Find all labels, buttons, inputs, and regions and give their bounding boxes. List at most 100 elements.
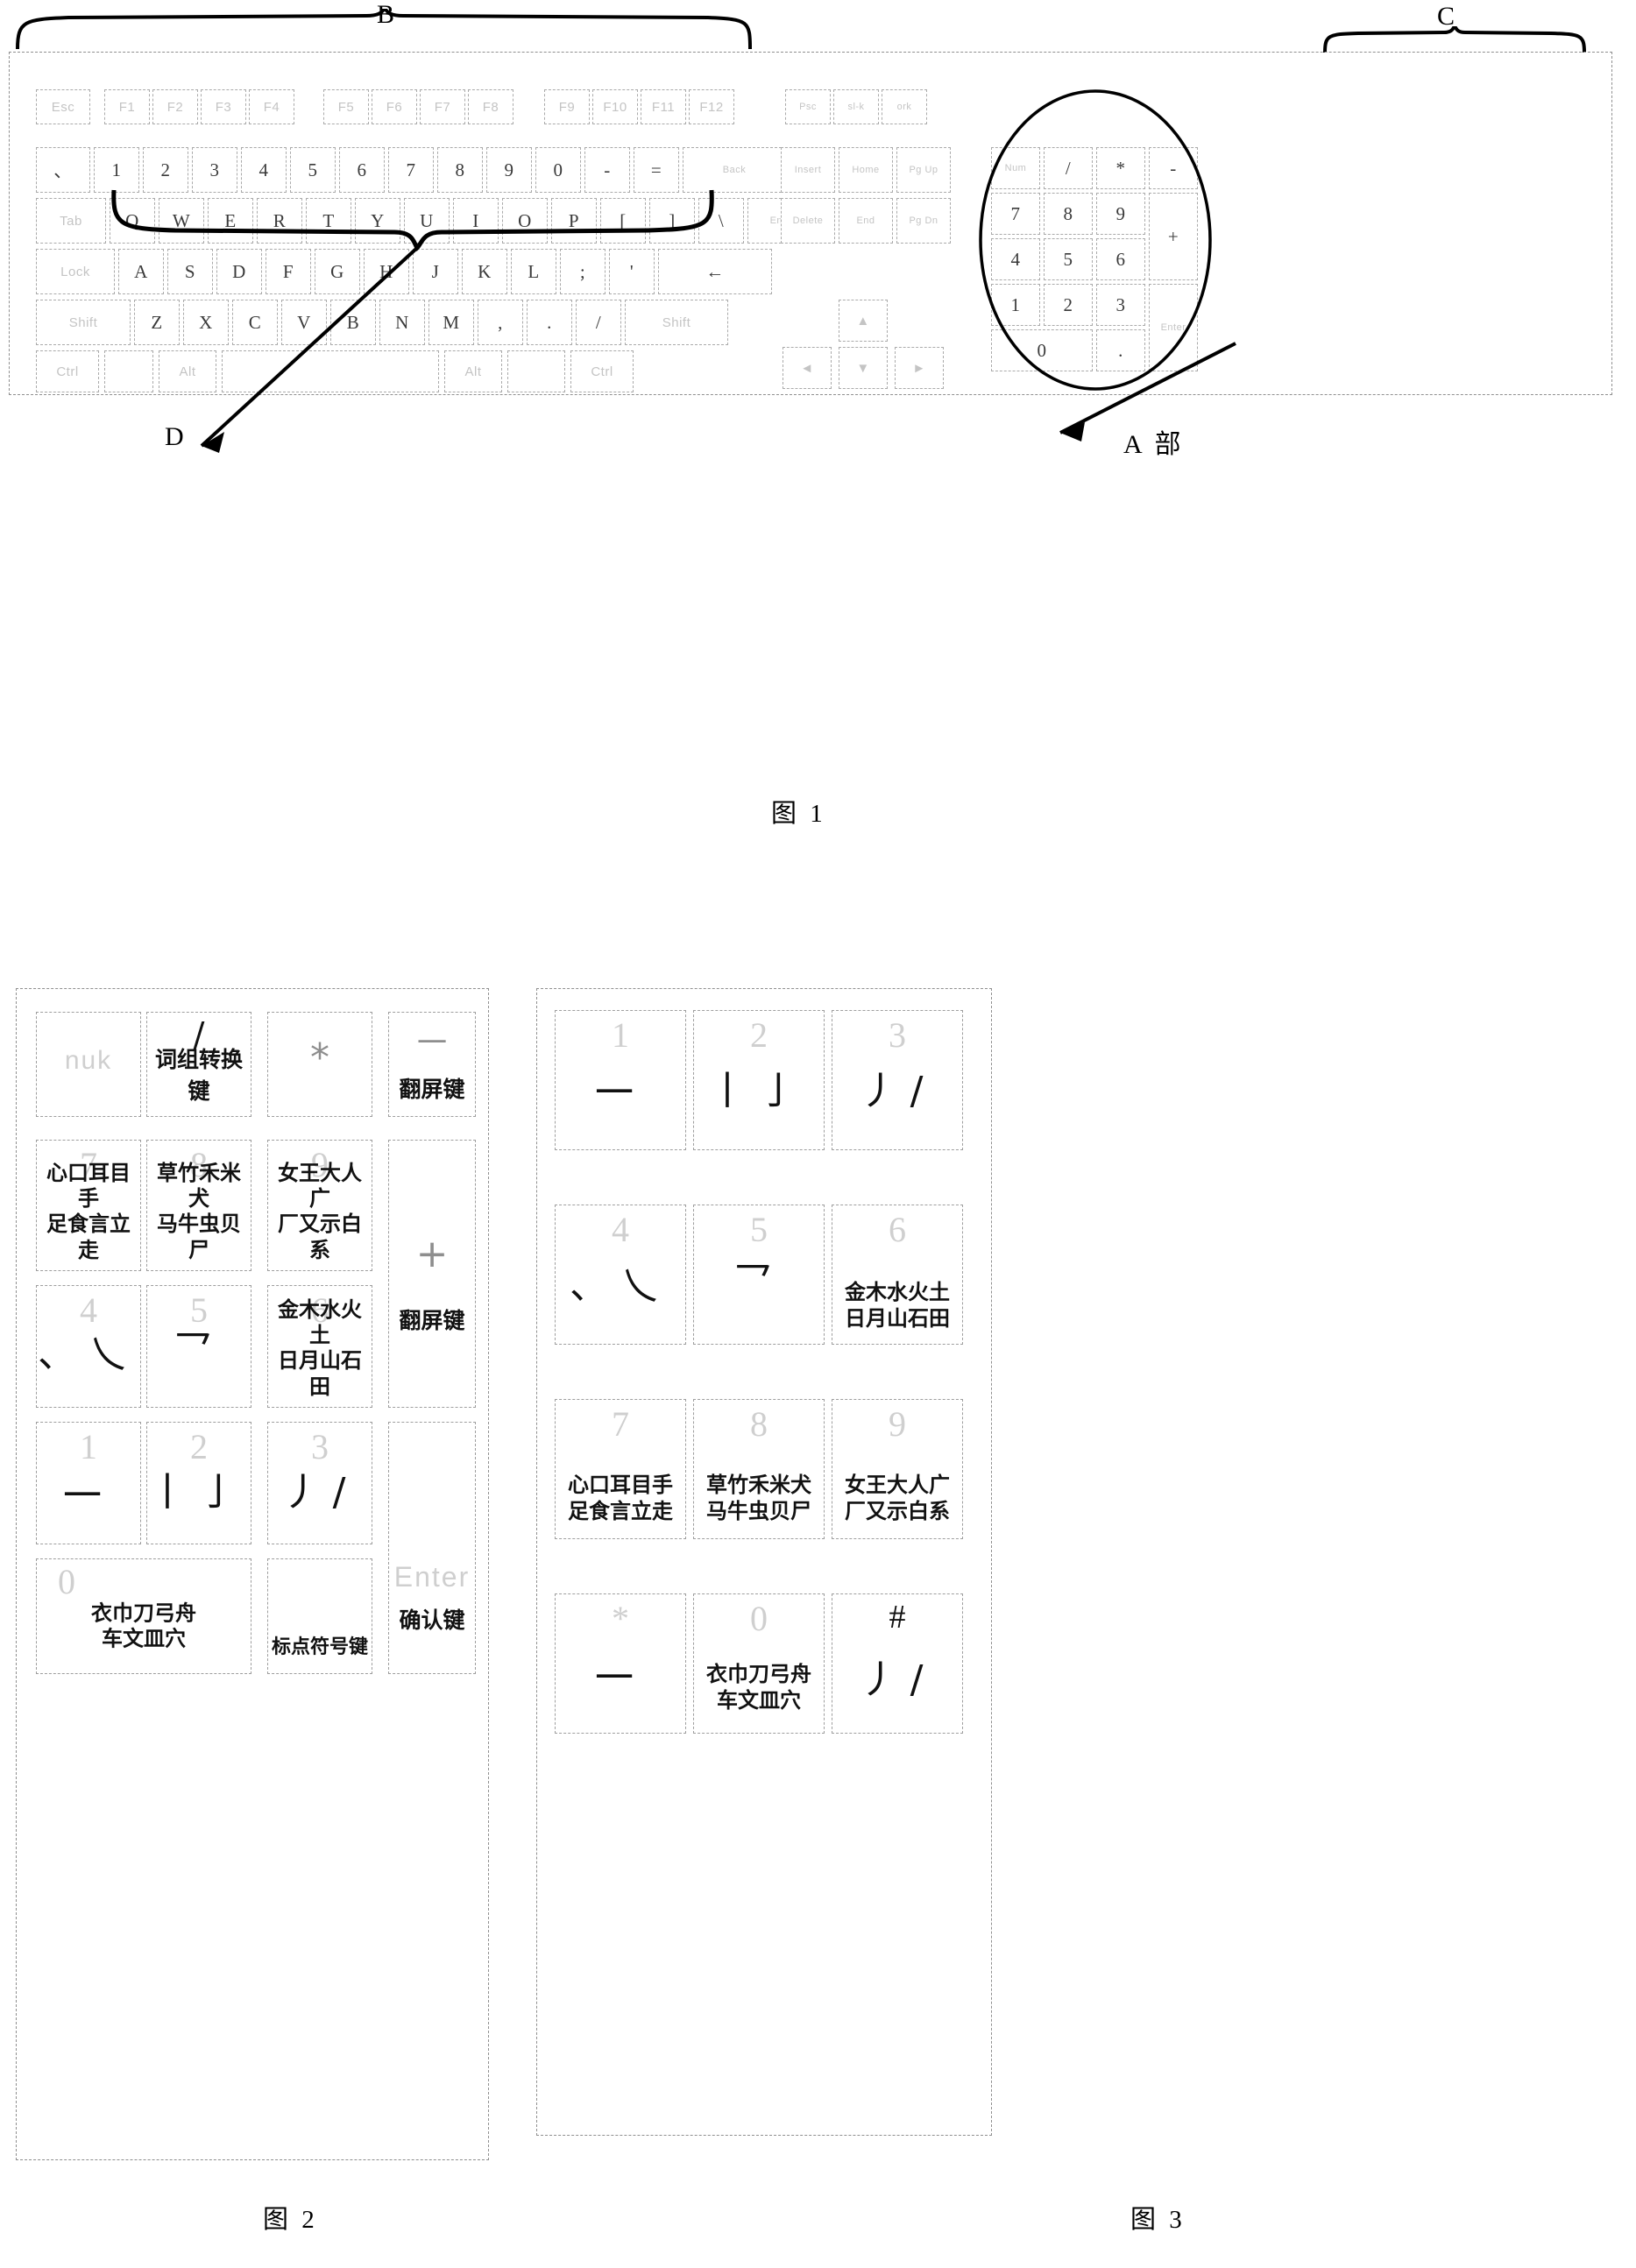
fig2-key-9-radicals: 女王大人广 厂又示白系 (278, 1160, 362, 1262)
key-arrow-up[interactable]: ▲ (839, 300, 888, 342)
fig2-key-2[interactable]: 2 丨亅 (146, 1422, 251, 1544)
fig3-key-2[interactable]: 2 丨亅 (693, 1010, 825, 1150)
fig2-key-4[interactable]: 4 、乀 (36, 1285, 141, 1408)
key-pause-break[interactable]: ork (882, 89, 927, 124)
fig3-key-hash[interactable]: # 丿/ (832, 1593, 963, 1734)
brace-c-label: C (1437, 2, 1455, 31)
fig3-key-5-strokes: 乛 (733, 1260, 784, 1304)
fig3-key-6[interactable]: 6 金木水火土 日月山石田 (832, 1205, 963, 1345)
fig2-star-stroke: * (310, 1035, 329, 1080)
fig3-key-star-symbol: * (612, 1599, 629, 1638)
brace-b-label: B (377, 0, 395, 29)
fig2-punctuation-label: 标点符号键 (271, 1636, 368, 1658)
fig2-key-0[interactable]: 0 衣巾刀弓舟 车文皿穴 (36, 1558, 251, 1674)
fig3-key-hash-strokes: 丿/ (859, 1657, 936, 1702)
key-scroll-lock[interactable]: sl-k (833, 89, 879, 124)
key-f4[interactable]: F4 (249, 89, 294, 124)
fig3-key-0-radicals: 衣巾刀弓舟 车文皿穴 (706, 1662, 811, 1713)
fig2-key-1-digit: 1 (80, 1427, 97, 1466)
fig3-key-9-digit: 9 (889, 1404, 906, 1444)
key-delete[interactable]: Delete (781, 198, 835, 244)
figure-2-caption: 图 2 (263, 2206, 318, 2234)
key-f6[interactable]: F6 (372, 89, 417, 124)
fig3-key-3[interactable]: 3 丿/ (832, 1010, 963, 1150)
fig3-key-hash-symbol: # (889, 1599, 906, 1636)
fig2-key-minus-page[interactable]: 一 翻屏键 (388, 1012, 476, 1117)
fig2-key-8-radicals: 草竹禾米犬 马牛虫贝尸 (157, 1160, 241, 1262)
fig2-key-3-digit: 3 (311, 1427, 329, 1466)
key-f2[interactable]: F2 (152, 89, 198, 124)
key-page-down[interactable]: Pg Dn (896, 198, 951, 244)
key-page-up[interactable]: Pg Up (896, 147, 951, 193)
fig3-key-1-strokes: 一 (595, 1070, 646, 1115)
fig2-key-enter[interactable]: Enter 确认键 (388, 1422, 476, 1674)
key-f8[interactable]: F8 (468, 89, 513, 124)
fig2-key-8[interactable]: 8 草竹禾米犬 马牛虫贝尸 (146, 1140, 251, 1271)
fig2-key-5[interactable]: 5 乛 (146, 1285, 251, 1408)
fig3-key-1[interactable]: 1 一 (555, 1010, 686, 1150)
fig3-key-3-digit: 3 (889, 1015, 906, 1055)
key-f7[interactable]: F7 (420, 89, 465, 124)
key-f1[interactable]: F1 (104, 89, 150, 124)
figure-2-panel: nuk / 词组转换键 * 一 翻屏键 7 心口耳目手 足食言立走 8 草竹禾米犬… (16, 988, 489, 2160)
key-home[interactable]: Home (839, 147, 893, 193)
fig3-key-star[interactable]: * 一 (555, 1593, 686, 1734)
fig3-key-star-strokes: 一 (595, 1656, 646, 1700)
fig2-key-6[interactable]: 6 金木水火土 日月山石田 (267, 1285, 372, 1408)
key-insert[interactable]: Insert (781, 147, 835, 193)
fig3-key-8[interactable]: 8 草竹禾米犬 马牛虫贝尸 (693, 1399, 825, 1539)
fig3-key-8-radicals: 草竹禾米犬 马牛虫贝尸 (706, 1473, 811, 1523)
fig3-key-0-digit: 0 (750, 1599, 768, 1638)
fig2-key-punctuation[interactable]: 标点符号键 (267, 1558, 372, 1674)
fig3-key-0[interactable]: 0 衣巾刀弓舟 车文皿穴 (693, 1593, 825, 1734)
key-arrow-down[interactable]: ▼ (839, 347, 888, 389)
key-f9[interactable]: F9 (544, 89, 590, 124)
fig2-key-2-digit: 2 (190, 1427, 208, 1466)
fig3-key-1-digit: 1 (612, 1015, 629, 1055)
fig2-key-3[interactable]: 3 丿/ (267, 1422, 372, 1544)
fig3-key-5-digit: 5 (750, 1210, 768, 1249)
fig2-key-9[interactable]: 9 女王大人广 厂又示白系 (267, 1140, 372, 1271)
key-ctrl-left[interactable]: Ctrl (36, 350, 99, 392)
fig2-key-0-radicals: 衣巾刀弓舟 车文皿穴 (91, 1600, 196, 1651)
fig2-key-phrase-convert[interactable]: / 词组转换键 (146, 1012, 251, 1117)
fig2-key-star[interactable]: * (267, 1012, 372, 1117)
fig3-key-2-strokes: 丨亅 (708, 1069, 810, 1113)
fig3-key-7-digit: 7 (612, 1404, 629, 1444)
key-esc[interactable]: Esc (36, 89, 90, 124)
key-f10[interactable]: F10 (592, 89, 638, 124)
fig3-key-6-radicals: 金木水火土 日月山石田 (845, 1280, 950, 1331)
fig2-key-5-strokes: 乛 (174, 1328, 224, 1373)
fig2-key-4-strokes: 、乀 (38, 1332, 139, 1376)
fig2-key-7-radicals: 心口耳目手 足食言立走 (46, 1160, 131, 1262)
fig2-key-7[interactable]: 7 心口耳目手 足食言立走 (36, 1140, 141, 1271)
fig2-minus-stroke: 一 (417, 1026, 447, 1061)
key-arrow-left[interactable]: ◄ (783, 347, 832, 389)
key-tab[interactable]: Tab (36, 198, 106, 244)
fig2-enter-label: 确认键 (399, 1607, 465, 1633)
fig2-plus-stroke: + (415, 1232, 449, 1276)
key-grave[interactable]: 、 (36, 147, 90, 193)
key-end[interactable]: End (839, 198, 893, 244)
fig3-key-6-digit: 6 (889, 1210, 906, 1249)
fig2-key-plus-page[interactable]: + 翻屏键 (388, 1140, 476, 1408)
key-f12[interactable]: F12 (689, 89, 734, 124)
key-f5[interactable]: F5 (323, 89, 369, 124)
key-f11[interactable]: F11 (641, 89, 686, 124)
key-print-screen[interactable]: Psc (785, 89, 831, 124)
fig3-key-3-strokes: 丿/ (859, 1069, 936, 1113)
fig3-key-9[interactable]: 9 女王大人广 厂又示白系 (832, 1399, 963, 1539)
key-arrow-right[interactable]: ► (895, 347, 944, 389)
fig3-key-7[interactable]: 7 心口耳目手 足食言立走 (555, 1399, 686, 1539)
fig2-key-6-radicals: 金木水火土 日月山石田 (278, 1297, 362, 1399)
fig3-key-5[interactable]: 5 乛 (693, 1205, 825, 1345)
fig3-key-9-radicals: 女王大人广 厂又示白系 (845, 1473, 950, 1523)
fig3-key-4[interactable]: 4 、乀 (555, 1205, 686, 1345)
figure-3-panel: 1 一 2 丨亅 3 丿/ 4 、乀 5 乛 6 金木水火土 日月山石田 7 心口… (536, 988, 992, 2136)
fig2-key-numlock[interactable]: nuk (36, 1012, 141, 1117)
key-f3[interactable]: F3 (201, 89, 246, 124)
fig2-key-3-strokes: 丿/ (281, 1470, 358, 1515)
key-caps-lock[interactable]: Lock (36, 249, 115, 294)
fig2-key-1[interactable]: 1 一 (36, 1422, 141, 1544)
fig2-phrase-label: 词组转换键 (154, 1047, 243, 1104)
